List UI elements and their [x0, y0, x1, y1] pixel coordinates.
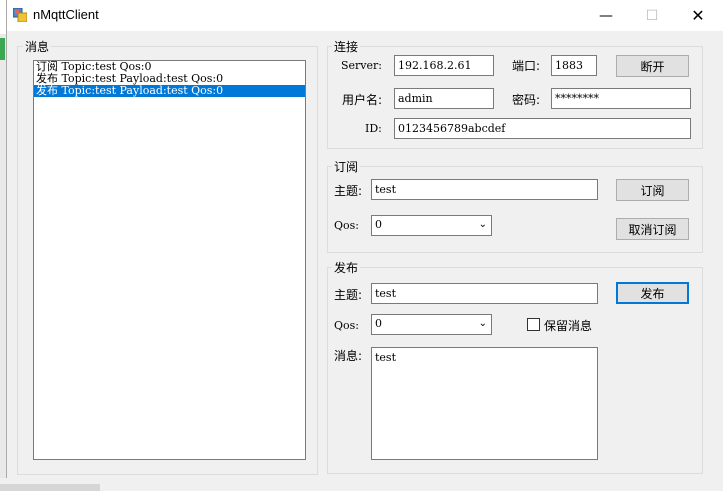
maximize-icon: ☐ — [645, 7, 659, 24]
publish-qos-label: Qos: — [334, 319, 359, 332]
publish-message-label: 消息: — [334, 349, 363, 363]
list-item-selected[interactable]: 发布 Topic:test Payload:test Qos:0 — [34, 85, 305, 97]
app-icon — [13, 8, 27, 22]
subscribe-qos-label: Qos: — [334, 219, 359, 232]
close-icon: ✕ — [691, 6, 705, 25]
retain-checkbox[interactable] — [527, 318, 540, 331]
server-input[interactable]: 192.168.2.61 — [394, 55, 494, 76]
messages-listbox[interactable]: 订阅 Topic:test Qos:0 发布 Topic:test Payloa… — [33, 60, 306, 460]
disconnect-button[interactable]: 断开 — [616, 55, 689, 77]
subscribe-group-label: 订阅 — [332, 158, 361, 175]
subscribe-topic-input[interactable]: test — [371, 179, 598, 200]
publish-topic-input[interactable]: test — [371, 283, 598, 304]
publish-button[interactable]: 发布 — [616, 282, 689, 304]
id-label: ID: — [365, 122, 382, 135]
background-window-accent — [0, 38, 5, 60]
retain-label[interactable]: 保留消息 — [544, 317, 592, 334]
messages-group-label: 消息 — [23, 38, 52, 55]
title-bar[interactable]: nMqttClient — ☐ ✕ — [7, 0, 723, 31]
background-taskbar-edge — [0, 478, 723, 491]
password-label: 密码: — [512, 93, 541, 107]
maximize-button[interactable]: ☐ — [629, 0, 675, 31]
connection-group-label: 连接 — [332, 38, 361, 55]
main-window: nMqttClient — ☐ ✕ 消息 订阅 Topic:test Qos:0… — [6, 0, 723, 478]
subscribe-qos-value: 0 — [375, 218, 382, 231]
subscribe-topic-label: 主题: — [334, 184, 363, 198]
publish-message-textarea[interactable]: test — [371, 347, 598, 460]
id-input[interactable]: 0123456789abcdef — [394, 118, 691, 139]
minimize-icon: — — [599, 7, 613, 24]
chevron-down-icon: ⌄ — [478, 318, 487, 329]
window-title: nMqttClient — [33, 7, 99, 22]
publish-qos-value: 0 — [375, 317, 382, 330]
port-label: 端口: — [512, 59, 541, 73]
publish-topic-label: 主题: — [334, 288, 363, 302]
username-label: 用户名: — [342, 93, 383, 107]
username-input[interactable]: admin — [394, 88, 494, 109]
publish-group-label: 发布 — [332, 259, 361, 276]
publish-qos-select[interactable]: 0 ⌄ — [371, 314, 492, 335]
unsubscribe-button[interactable]: 取消订阅 — [616, 218, 689, 240]
chevron-down-icon: ⌄ — [478, 219, 487, 230]
port-input[interactable]: 1883 — [551, 55, 597, 76]
close-button[interactable]: ✕ — [675, 0, 721, 31]
password-input[interactable]: ******** — [551, 88, 691, 109]
subscribe-button[interactable]: 订阅 — [616, 179, 689, 201]
server-label: Server: — [341, 59, 382, 72]
subscribe-qos-select[interactable]: 0 ⌄ — [371, 215, 492, 236]
background-taskbar-item — [0, 484, 100, 491]
minimize-button[interactable]: — — [583, 0, 629, 31]
